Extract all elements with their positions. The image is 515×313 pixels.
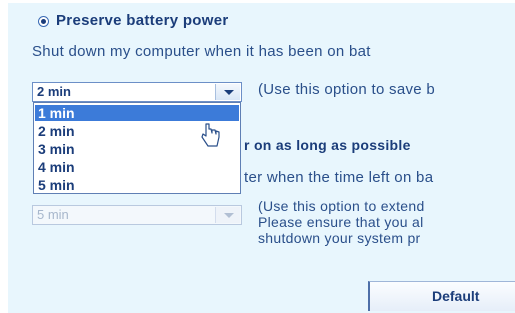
remaining-time-hint-line-1: (Use this option to extend <box>258 198 425 214</box>
chevron-down-icon[interactable] <box>215 84 240 100</box>
preserve-battery-radio[interactable] <box>38 16 49 27</box>
chevron-down-icon[interactable] <box>215 207 240 223</box>
option-1-min[interactable]: 1 min <box>35 105 239 121</box>
option-4-min[interactable]: 4 min <box>35 159 239 175</box>
remaining-time-selected-value: 5 min <box>37 207 69 222</box>
preserve-battery-label: Preserve battery power <box>56 12 229 29</box>
remaining-time-hint-line-3: shutdown your system pr <box>258 230 421 246</box>
idle-time-selected-value: 2 min <box>37 84 71 99</box>
power-on-description: ter when the time left on ba <box>244 169 434 186</box>
default-button[interactable]: Default <box>368 281 515 311</box>
option-5-min[interactable]: 5 min <box>35 177 239 193</box>
idle-time-hint: (Use this option to save b <box>258 81 436 98</box>
remaining-time-hint-line-2: Please ensure that you al <box>258 214 424 230</box>
default-button-label: Default <box>432 288 480 304</box>
preserve-battery-description: Shut down my computer when it has been o… <box>32 43 371 60</box>
remaining-time-dropdown[interactable]: 5 min <box>32 205 242 225</box>
hand-pointer-icon <box>201 123 220 147</box>
idle-time-dropdown[interactable]: 2 min <box>32 82 242 102</box>
power-on-label: r on as long as possible <box>244 137 411 153</box>
